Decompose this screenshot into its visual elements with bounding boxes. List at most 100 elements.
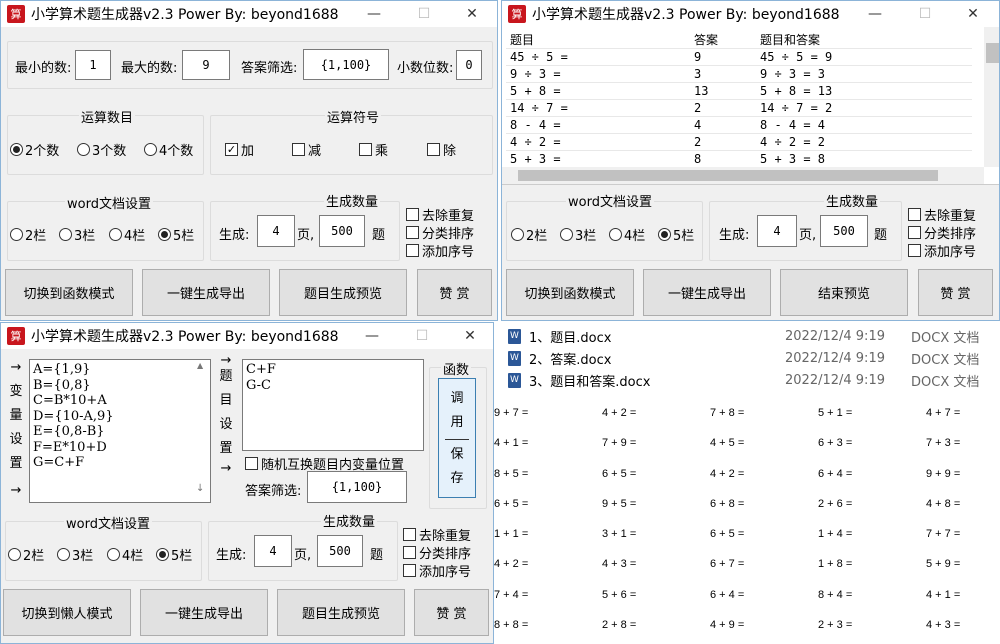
dedupe-checkbox[interactable]: 去除重复	[403, 525, 471, 544]
radio-5-cols[interactable]: 5栏	[158, 225, 194, 244]
donate-button[interactable]: 赞 赏	[417, 269, 492, 316]
close-icon[interactable]: ✕	[457, 326, 483, 346]
switch-mode-button[interactable]: 切换到函数模式	[5, 269, 133, 316]
var-arrow-bottom: →	[10, 483, 22, 498]
table-header: 题目 答案 题目和答案	[506, 31, 972, 49]
minimize-icon[interactable]: —	[359, 326, 385, 346]
export-button[interactable]: 一键生成导出	[643, 269, 771, 316]
export-button[interactable]: 一键生成导出	[140, 589, 268, 636]
problem-item: 4 + 5 =	[710, 437, 745, 450]
op-mul-checkbox[interactable]: 乘	[359, 140, 388, 159]
numbering-checkbox[interactable]: 添加序号	[908, 241, 976, 260]
switch-mode-button[interactable]: 切换到函数模式	[506, 269, 634, 316]
close-icon[interactable]: ✕	[960, 4, 986, 24]
decimal-input[interactable]: 0	[456, 50, 482, 80]
numbering-checkbox[interactable]: 添加序号	[406, 241, 474, 260]
filter-input[interactable]: {1,100}	[307, 471, 407, 503]
sort-checkbox[interactable]: 分类排序	[908, 223, 976, 242]
minimize-icon[interactable]: —	[361, 4, 387, 24]
window-function-mode: 算 小学算术题生成器v2.3 Power By: beyond1688 — ☐ …	[0, 322, 494, 644]
save-button[interactable]: 保 存	[439, 443, 475, 491]
op-sub-checkbox[interactable]: 减	[292, 140, 321, 159]
window-title: 小学算术题生成器v2.3 Power By: beyond1688	[31, 7, 339, 23]
file-item[interactable]: W 2、答案.docx 2022/12/4 9:19 DOCX 文档	[508, 347, 988, 369]
problem-item: 7 + 3 =	[926, 437, 961, 450]
word-title: word文档设置	[64, 513, 152, 532]
problem-item: 2 + 6 =	[818, 497, 853, 510]
numbering-checkbox[interactable]: 添加序号	[403, 561, 471, 580]
close-icon[interactable]: ✕	[459, 4, 485, 24]
hscroll-thumb[interactable]	[518, 170, 938, 181]
dedupe-checkbox[interactable]: 去除重复	[406, 205, 474, 224]
min-input[interactable]: 1	[75, 50, 111, 80]
maximize-icon[interactable]: ☐	[411, 4, 437, 24]
questions-input[interactable]: 500	[820, 215, 868, 247]
file-date: 2022/12/4 9:19	[785, 328, 885, 344]
radio-4-cols[interactable]: 4栏	[107, 545, 143, 564]
pages-input[interactable]: 4	[757, 215, 797, 247]
word-title: word文档设置	[566, 191, 654, 210]
radio-4-nums[interactable]: 4个数	[144, 140, 193, 159]
scroll-up-icon[interactable]: ▲	[197, 361, 203, 370]
scroll-down-icon[interactable]: ↓	[196, 483, 204, 494]
radio-3-cols[interactable]: 3栏	[59, 225, 95, 244]
preview-table[interactable]: 题目 答案 题目和答案 45 ÷ 5 = 9 45 ÷ 5 = 9 9 ÷ 3 = 3…	[502, 27, 999, 185]
radio-3-cols[interactable]: 3栏	[560, 225, 596, 244]
donate-button[interactable]: 赞 赏	[918, 269, 993, 316]
filter-input[interactable]: {1,100}	[303, 49, 389, 80]
questions-textarea[interactable]: C+F G-C	[242, 359, 424, 451]
sort-checkbox[interactable]: 分类排序	[403, 543, 471, 562]
scroll-thumb[interactable]	[986, 43, 999, 63]
file-date: 2022/12/4 9:19	[785, 350, 885, 366]
max-input[interactable]: 9	[182, 50, 230, 80]
call-button[interactable]: 调 用	[439, 387, 475, 435]
sort-checkbox[interactable]: 分类排序	[406, 223, 474, 242]
radio-2-cols[interactable]: 2栏	[8, 545, 44, 564]
radio-4-cols[interactable]: 4栏	[109, 225, 145, 244]
word-title: word文档设置	[65, 193, 153, 212]
preview-button[interactable]: 题目生成预览	[279, 269, 407, 316]
donate-button[interactable]: 赞 赏	[414, 589, 489, 636]
questions-input[interactable]: 500	[319, 215, 365, 247]
maximize-icon[interactable]: ☐	[912, 4, 938, 24]
problem-item: 6 + 5 =	[710, 528, 745, 541]
radio-5-cols[interactable]: 5栏	[658, 225, 694, 244]
radio-2-cols[interactable]: 2栏	[511, 225, 547, 244]
table-row: 9 ÷ 3 = 3 9 ÷ 3 = 3	[506, 65, 972, 83]
window-preview: 算 小学算术题生成器v2.3 Power By: beyond1688 — ☐ …	[501, 0, 1000, 321]
radio-2-cols[interactable]: 2栏	[10, 225, 46, 244]
radio-3-cols[interactable]: 3栏	[57, 545, 93, 564]
pages-input[interactable]: 4	[257, 215, 295, 247]
gen-label: 生成:	[216, 548, 247, 563]
end-preview-button[interactable]: 结束预览	[780, 269, 908, 316]
file-item[interactable]: W 3、题目和答案.docx 2022/12/4 9:19 DOCX 文档	[508, 369, 988, 391]
problem-item: 4 + 3 =	[602, 558, 637, 571]
problem-item: 4 + 1 =	[926, 588, 961, 601]
questions-input[interactable]: 500	[317, 535, 363, 567]
pages-input[interactable]: 4	[254, 535, 292, 567]
file-type: DOCX 文档	[911, 330, 980, 346]
horizontal-scrollbar[interactable]	[502, 167, 984, 184]
radio-2-nums[interactable]: 2个数	[10, 140, 59, 159]
minimize-icon[interactable]: —	[862, 4, 888, 24]
variables-textarea[interactable]: A={1,9} B={0,8} C=B*10+A D={10-A,9} E={0…	[29, 359, 211, 503]
gen-title: 生成数量	[321, 511, 378, 530]
dedupe-checkbox[interactable]: 去除重复	[908, 205, 976, 224]
radio-4-cols[interactable]: 4栏	[609, 225, 645, 244]
min-label: 最小的数:	[15, 61, 72, 76]
op-div-checkbox[interactable]: 除	[427, 140, 456, 159]
op-add-checkbox[interactable]: ✓ 加	[225, 140, 254, 159]
vertical-scrollbar[interactable]	[984, 27, 999, 167]
radio-5-cols[interactable]: 5栏	[156, 545, 192, 564]
table-row: 5 + 8 = 13 5 + 8 = 13	[506, 82, 972, 100]
file-item[interactable]: W 1、题目.docx 2022/12/4 9:19 DOCX 文档	[508, 325, 988, 347]
var-label-2: 量	[9, 408, 23, 423]
decimal-label: 小数位数:	[397, 61, 454, 76]
export-button[interactable]: 一键生成导出	[142, 269, 270, 316]
maximize-icon[interactable]: ☐	[409, 326, 435, 346]
preview-button[interactable]: 题目生成预览	[277, 589, 405, 636]
switch-lazy-mode-button[interactable]: 切换到懒人模式	[3, 589, 131, 636]
problem-grid: 9 + 7 = 4 + 2 = 7 + 8 = 5 + 1 = 4 + 7 = 4 + 1…	[494, 398, 1000, 640]
problem-item: 7 + 7 =	[926, 528, 961, 541]
radio-3-nums[interactable]: 3个数	[77, 140, 126, 159]
